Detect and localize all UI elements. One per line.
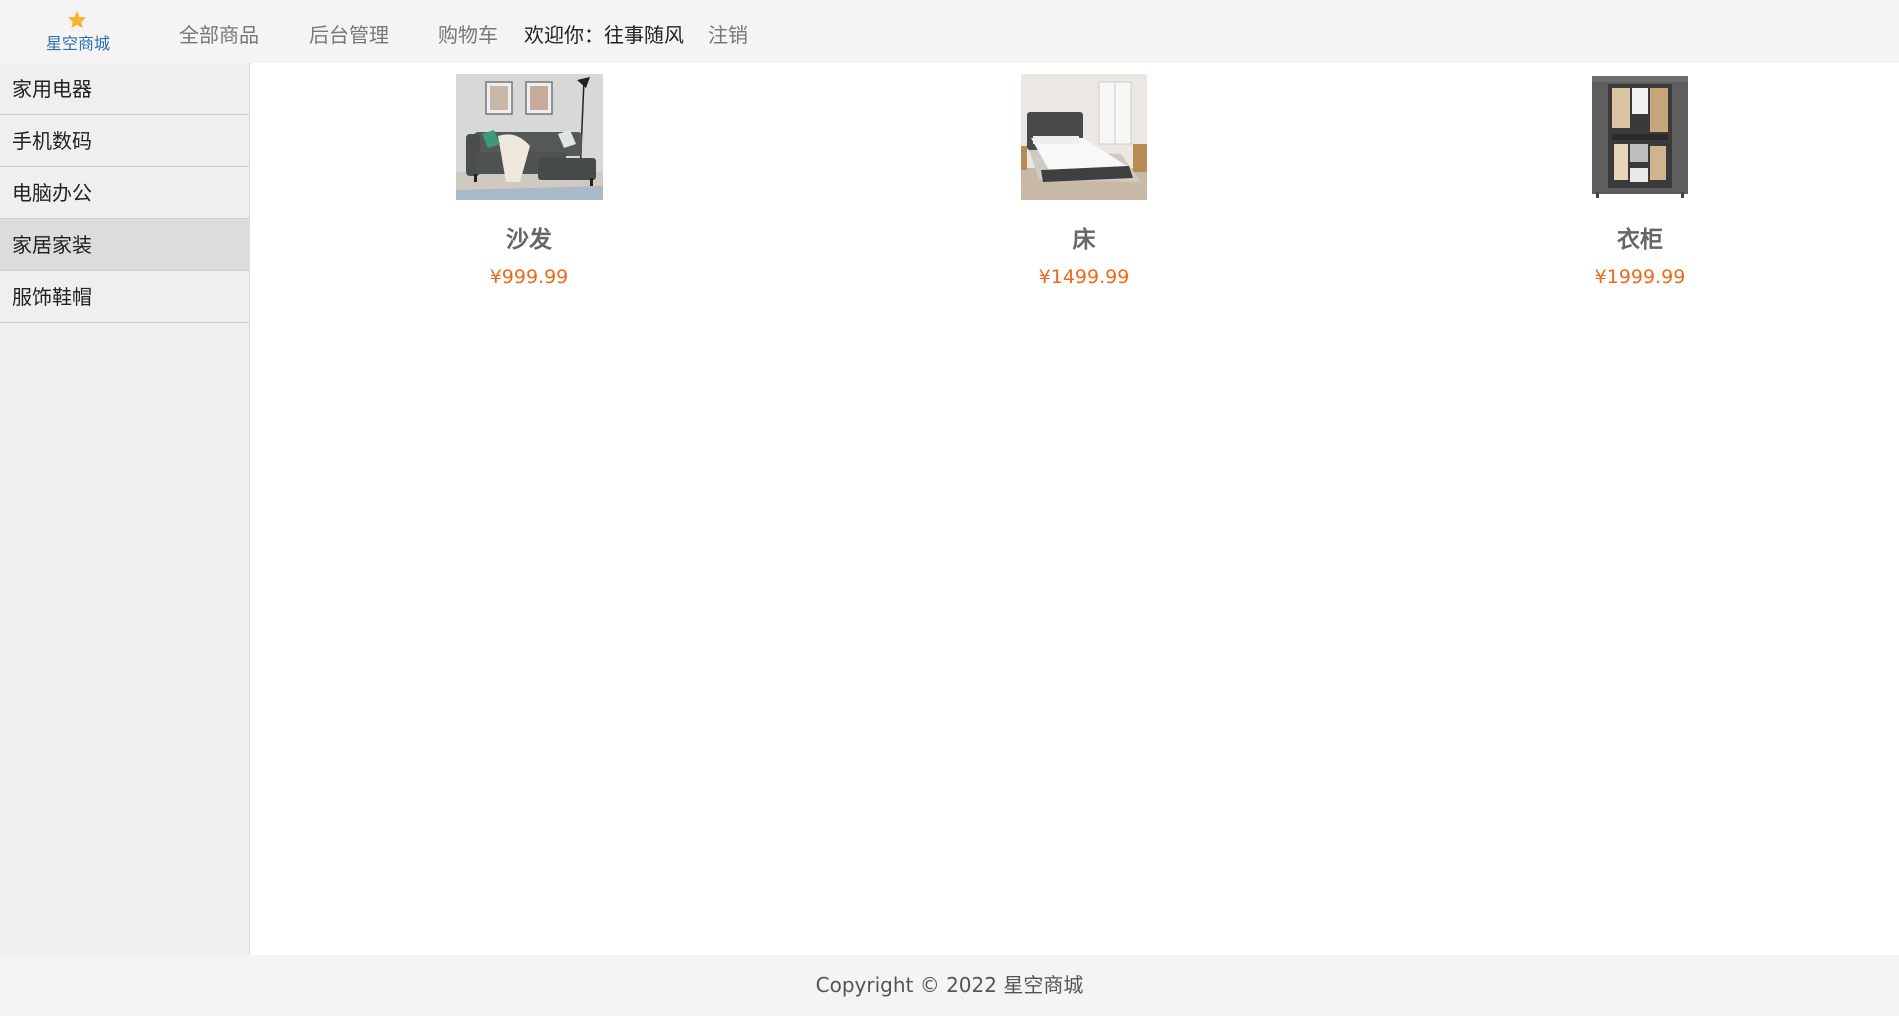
sofa-image[interactable] bbox=[455, 74, 603, 200]
sidebar-item-apparel[interactable]: 服饰鞋帽 bbox=[0, 271, 249, 323]
product-price: ¥1499.99 bbox=[1038, 266, 1130, 288]
sidebar-item-phones[interactable]: 手机数码 bbox=[0, 115, 249, 167]
wardrobe-image[interactable] bbox=[1590, 74, 1690, 200]
product-card: 沙发 ¥999.99 bbox=[389, 74, 669, 288]
product-card: 衣柜 ¥1999.99 bbox=[1500, 74, 1780, 288]
nav-cart[interactable]: 购物车 bbox=[438, 19, 498, 48]
site-logo[interactable]: 星空商城 bbox=[46, 10, 111, 56]
nav-admin[interactable]: 后台管理 bbox=[309, 19, 389, 48]
sidebar-item-home-furnishing[interactable]: 家居家装 bbox=[0, 219, 249, 271]
product-name[interactable]: 沙发 bbox=[389, 220, 669, 254]
bed-image[interactable] bbox=[1021, 74, 1147, 200]
welcome-user-text: 欢迎你：往事随风 bbox=[524, 23, 684, 47]
category-sidebar: 家用电器 手机数码 电脑办公 家居家装 服饰鞋帽 bbox=[0, 63, 250, 955]
nav-all-products[interactable]: 全部商品 bbox=[179, 19, 259, 48]
top-nav-bar: 星空商城 全部商品 后台管理 购物车 欢迎你：往事随风 注销 bbox=[0, 0, 1899, 63]
star-icon bbox=[67, 10, 87, 29]
copyright-text: Copyright © 2022 星空商城 bbox=[815, 973, 1084, 997]
product-name[interactable]: 衣柜 bbox=[1500, 220, 1780, 254]
nav-logout[interactable]: 注销 bbox=[708, 19, 748, 48]
product-card: 床 ¥1499.99 bbox=[944, 74, 1224, 288]
product-name[interactable]: 床 bbox=[944, 220, 1224, 254]
sidebar-item-appliances[interactable]: 家用电器 bbox=[0, 63, 249, 115]
logo-text: 星空商城 bbox=[46, 34, 111, 53]
sidebar-item-computers[interactable]: 电脑办公 bbox=[0, 167, 249, 219]
product-price: ¥1999.99 bbox=[1594, 266, 1686, 288]
page-footer: Copyright © 2022 星空商城 bbox=[0, 955, 1899, 1016]
product-price: ¥999.99 bbox=[489, 266, 569, 288]
